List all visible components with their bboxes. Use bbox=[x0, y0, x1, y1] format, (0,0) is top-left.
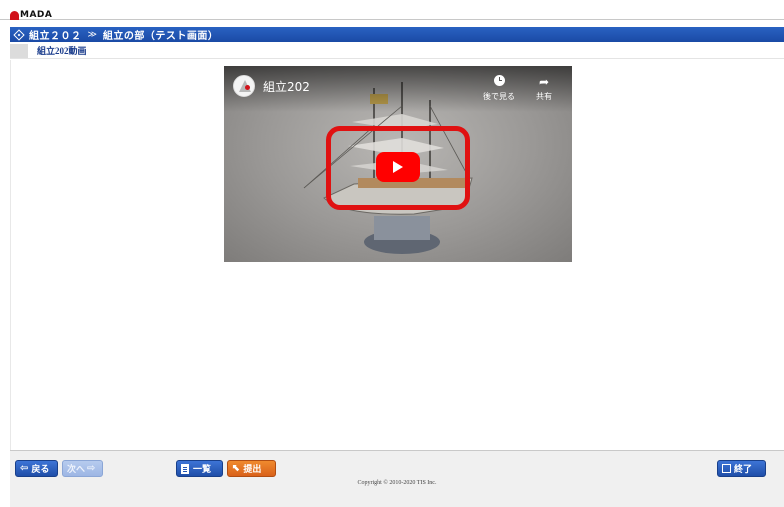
watch-later-button[interactable]: 後で見る bbox=[479, 75, 519, 102]
watch-later-label: 後で見る bbox=[483, 92, 515, 101]
top-logo-bar: MADA bbox=[0, 0, 784, 20]
next-label: 次へ bbox=[67, 465, 86, 475]
footer-bar: ⇦ 戻る 次へ ⇨ 一覧 ⬉ 提出 終了 Copyright © 2010-20… bbox=[10, 450, 784, 507]
arrow-right-icon: ⇨ bbox=[87, 463, 96, 474]
share-arrow-icon: ➦ bbox=[538, 75, 550, 89]
diamond-icon bbox=[13, 28, 25, 41]
share-button[interactable]: ➦ 共有 bbox=[524, 75, 564, 102]
channel-avatar[interactable] bbox=[233, 75, 255, 97]
arrow-left-icon: ⇦ bbox=[20, 463, 29, 474]
back-button[interactable]: ⇦ 戻る bbox=[15, 460, 58, 477]
breadcrumb: 組立２０２ ≫ 組立の部（テスト画面） bbox=[10, 27, 784, 42]
clock-icon bbox=[479, 75, 519, 90]
breadcrumb-course: 組立２０２ bbox=[29, 31, 82, 42]
play-button[interactable] bbox=[376, 152, 420, 182]
list-button[interactable]: 一覧 bbox=[176, 460, 223, 477]
app-window: MADA 組立２０２ ≫ 組立の部（テスト画面） 組立202動画 組立202 後… bbox=[0, 0, 784, 507]
breadcrumb-section: 組立の部（テスト画面） bbox=[102, 31, 219, 42]
submit-button[interactable]: ⬉ 提出 bbox=[227, 460, 276, 477]
close-box-icon bbox=[722, 464, 731, 473]
end-button[interactable]: 終了 bbox=[717, 460, 766, 477]
video-title[interactable]: 組立202 bbox=[263, 78, 310, 95]
document-icon bbox=[181, 463, 189, 474]
page-subtitle-row: 組立202動画 bbox=[10, 43, 784, 59]
list-label: 一覧 bbox=[193, 465, 212, 475]
end-label: 終了 bbox=[734, 465, 753, 475]
logo-mark-icon bbox=[10, 11, 19, 20]
next-button[interactable]: 次へ ⇨ bbox=[62, 460, 103, 477]
amada-logo: MADA bbox=[10, 8, 52, 20]
page-subtitle: 組立202動画 bbox=[37, 46, 87, 56]
submit-label: 提出 bbox=[243, 465, 262, 475]
copyright-text: Copyright © 2010-2020 TIS Inc. bbox=[357, 480, 437, 486]
pointer-arrow-icon: ⬉ bbox=[232, 463, 241, 474]
subtitle-marker bbox=[10, 43, 28, 58]
video-player[interactable]: 組立202 後で見る ➦ 共有 bbox=[224, 66, 572, 262]
logo-text: MADA bbox=[20, 10, 53, 20]
share-label: 共有 bbox=[536, 92, 552, 101]
breadcrumb-separator: ≫ bbox=[87, 29, 97, 40]
back-label: 戻る bbox=[31, 465, 50, 475]
